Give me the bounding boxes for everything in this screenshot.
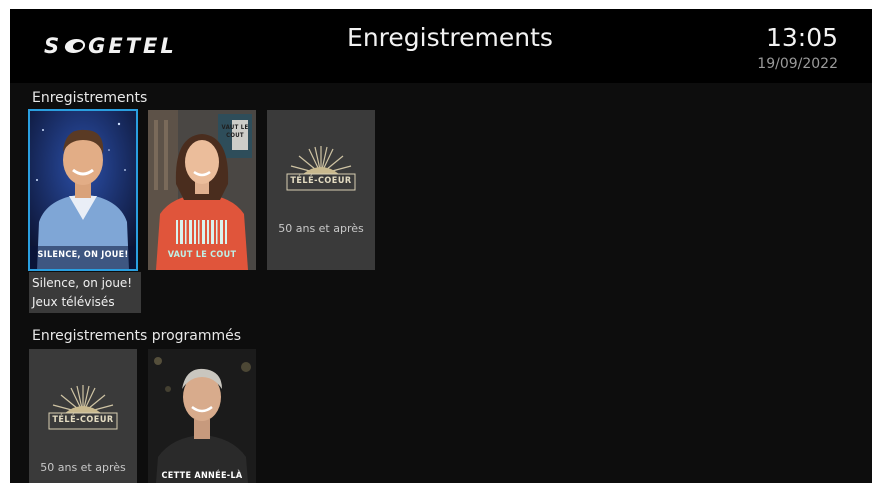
page-title: Enregistrements bbox=[347, 23, 553, 52]
selected-recording-genre: Jeux télévisés bbox=[32, 295, 115, 309]
tele-coeur-logo-icon bbox=[286, 146, 356, 191]
recording-tile-50-ans-et-apres[interactable]: TÉLÉ-COEUR 50 ans et après bbox=[267, 110, 375, 270]
header-bar: S GETEL Enregistrements 13:05 19/09/2022 bbox=[10, 9, 872, 83]
section-title-scheduled: Enregistrements programmés bbox=[32, 328, 242, 344]
sogetel-logo: S GETEL bbox=[44, 34, 177, 58]
clock-date: 19/09/2022 bbox=[757, 56, 838, 72]
logo-mark-icon bbox=[63, 39, 87, 53]
silence-on-joue-poster-icon bbox=[29, 110, 137, 270]
poster-title: CETTE ANNÉE-LÀ bbox=[161, 471, 243, 481]
poster-title: SILENCE, ON JOUE! bbox=[37, 250, 129, 260]
tile-caption: 50 ans et après bbox=[40, 461, 126, 474]
clock-time: 13:05 bbox=[765, 23, 838, 52]
tele-coeur-text: TÉLÉ-COEUR bbox=[290, 176, 352, 186]
tv-screen: S GETEL Enregistrements 13:05 19/09/2022… bbox=[10, 9, 872, 483]
section-title-recordings: Enregistrements bbox=[32, 90, 148, 106]
recording-tile-vaut-le-cout[interactable]: VAUT LE COUT VAUT LE COUT bbox=[148, 110, 256, 270]
tele-coeur-logo-icon bbox=[48, 385, 118, 430]
recording-tile-silence-on-joue[interactable]: SILENCE, ON JOUE! bbox=[28, 109, 138, 271]
scheduled-tile-cette-annee-la[interactable]: CETTE ANNÉE-LÀ bbox=[148, 349, 256, 483]
poster-title: VAUT LE COUT bbox=[167, 250, 237, 260]
selected-recording-title: Silence, on joue! bbox=[32, 276, 133, 290]
scheduled-tile-50-ans-et-apres[interactable]: TÉLÉ-COEUR 50 ans et après bbox=[29, 349, 137, 483]
cette-annee-la-poster-icon bbox=[148, 349, 256, 483]
tele-coeur-text: TÉLÉ-COEUR bbox=[52, 415, 114, 425]
poster-sign-text: VAUT LE COUT bbox=[221, 124, 249, 139]
tile-caption: 50 ans et après bbox=[278, 222, 364, 235]
selected-recording-info: Silence, on joue! Jeux télévisés bbox=[29, 272, 141, 313]
